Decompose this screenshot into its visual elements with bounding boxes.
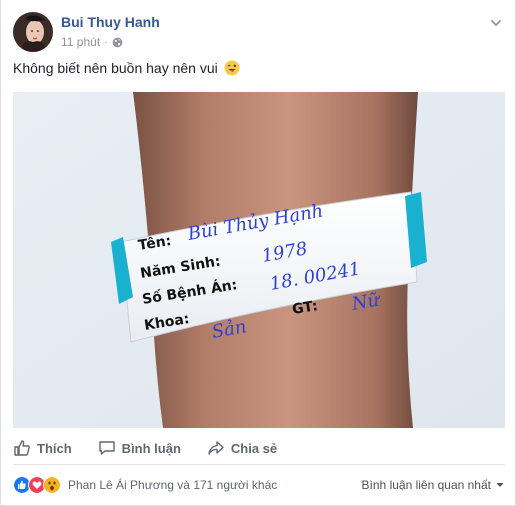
- comment-sort-dropdown[interactable]: Bình luận liên quan nhất: [362, 478, 505, 492]
- reaction-summary[interactable]: [13, 476, 61, 494]
- author-name[interactable]: Bui Thuy Hanh: [61, 14, 160, 30]
- separator: ·: [104, 36, 108, 48]
- post-photo[interactable]: Tên: Năm Sinh: Số Bệnh Án: Khoa: GT: Bùi…: [13, 92, 505, 428]
- avatar[interactable]: [13, 12, 53, 52]
- comment-bubble-icon: [98, 441, 115, 455]
- like-label: Thích: [37, 440, 72, 456]
- winking-tongue-emoji-icon: [224, 60, 240, 76]
- comment-label: Bình luận: [121, 440, 181, 456]
- caption-text: Không biết nên buồn hay nên vui: [13, 60, 218, 76]
- wow-reaction-icon: [43, 476, 61, 494]
- post-header: Bui Thuy Hanh 11 phút ·: [13, 12, 505, 54]
- like-button[interactable]: Thích: [13, 432, 84, 464]
- wristband-photo: Tên: Năm Sinh: Số Bệnh Án: Khoa: GT: Bùi…: [13, 92, 505, 428]
- likers-text[interactable]: Phan Lê Ái Phương và 171 người khác: [68, 478, 277, 492]
- share-arrow-icon: [208, 441, 224, 455]
- comment-button[interactable]: Bình luận: [98, 432, 193, 464]
- post-caption: Không biết nên buồn hay nên vui: [13, 60, 240, 76]
- share-label: Chia sẻ: [230, 440, 278, 456]
- globe-icon[interactable]: [112, 37, 123, 48]
- post-footer: Phan Lê Ái Phương và 171 người khác Bình…: [13, 470, 505, 500]
- comment-sort-label: Bình luận liên quan nhất: [361, 478, 491, 492]
- feed-post: Bui Thuy Hanh 11 phút · Không biết nên b…: [0, 0, 516, 506]
- post-meta: 11 phút ·: [61, 35, 123, 49]
- post-actions: Thích Bình luận Chia sẻ: [13, 432, 505, 465]
- post-time[interactable]: 11 phút: [61, 35, 100, 49]
- share-button[interactable]: Chia sẻ: [207, 432, 289, 464]
- post-options-chevron-icon[interactable]: [487, 14, 505, 32]
- caret-down-icon: [496, 483, 504, 487]
- thumbs-up-icon: [14, 440, 30, 456]
